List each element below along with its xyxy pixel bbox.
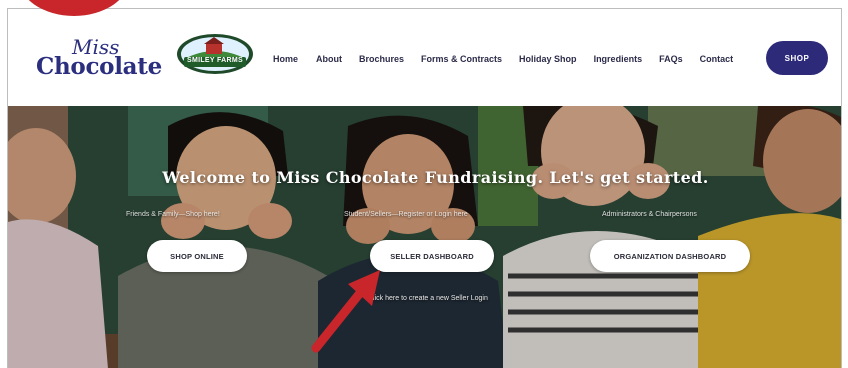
logo-chocolate-text: Chocolate <box>36 53 162 80</box>
site-header: Miss Chocolate SMILEY FARMS Home About B… <box>8 9 841 106</box>
nav-about[interactable]: About <box>316 54 342 64</box>
nav-holiday-shop[interactable]: Holiday Shop <box>519 54 577 64</box>
partner-name: SMILEY FARMS <box>187 57 243 64</box>
nav-faqs[interactable]: FAQs <box>659 54 683 64</box>
nav-home[interactable]: Home <box>273 54 298 64</box>
nav-forms-contracts[interactable]: Forms & Contracts <box>421 54 502 64</box>
hero-subtitle-admins: Administrators & Chairpersons <box>602 211 697 218</box>
seller-dashboard-button[interactable]: SELLER DASHBOARD <box>370 240 494 272</box>
shop-button[interactable]: SHOP <box>766 41 828 75</box>
shop-online-button[interactable]: SHOP ONLINE <box>147 240 247 272</box>
site-logo[interactable]: Miss Chocolate SMILEY FARMS <box>36 31 256 83</box>
hero-subtitle-sellers: Student/Sellers—Register or Login here <box>344 211 468 218</box>
nav-ingredients[interactable]: Ingredients <box>594 54 643 64</box>
website-page: Miss Chocolate SMILEY FARMS Home About B… <box>7 8 842 368</box>
main-nav: Home About Brochures Forms & Contracts H… <box>273 54 733 64</box>
hero-title: Welcome to Miss Chocolate Fundraising. L… <box>162 168 709 187</box>
smiley-farms-badge-icon <box>177 34 253 74</box>
children-photo <box>8 106 841 368</box>
organization-dashboard-button[interactable]: ORGANIZATION DASHBOARD <box>590 240 750 272</box>
nav-brochures[interactable]: Brochures <box>359 54 404 64</box>
hero-subtitle-friends: Friends & Family—Shop here! <box>126 211 220 218</box>
hero-section: Welcome to Miss Chocolate Fundraising. L… <box>8 106 841 368</box>
nav-contact[interactable]: Contact <box>700 54 734 64</box>
red-arrow-icon <box>311 270 380 353</box>
